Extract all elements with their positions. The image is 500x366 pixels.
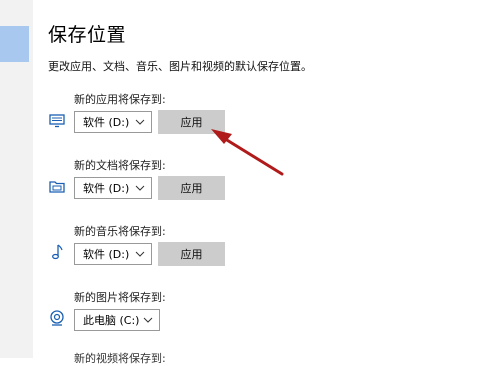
apps-save-section: 新的应用将保存到: 软件 (D:) 应用: [48, 91, 308, 143]
documents-drive-value: 软件 (D:): [83, 182, 130, 195]
apps-apply-button[interactable]: 应用: [158, 110, 225, 134]
chevron-down-icon: [135, 251, 145, 257]
selected-nav-indicator[interactable]: [0, 26, 29, 62]
documents-save-label: 新的文档将保存到:: [74, 159, 166, 172]
pictures-save-section: 新的图片将保存到: 此电脑 (C:): [48, 289, 308, 341]
pictures-drive-dropdown[interactable]: 此电脑 (C:): [74, 309, 160, 331]
page-description: 更改应用、文档、音乐、图片和视频的默认保存位置。: [48, 60, 312, 73]
pictures-drive-value: 此电脑 (C:): [83, 314, 140, 327]
apps-drive-dropdown[interactable]: 软件 (D:): [74, 111, 152, 133]
pictures-save-label: 新的图片将保存到:: [74, 291, 166, 304]
monitor-icon: [49, 114, 65, 128]
documents-drive-dropdown[interactable]: 软件 (D:): [74, 177, 152, 199]
music-apply-button[interactable]: 应用: [158, 242, 225, 266]
music-save-label: 新的音乐将保存到:: [74, 225, 166, 238]
apps-save-label: 新的应用将保存到:: [74, 93, 166, 106]
chevron-down-icon: [143, 317, 153, 323]
videos-save-label: 新的视频将保存到:: [74, 352, 166, 365]
chevron-down-icon: [135, 119, 145, 125]
camera-icon: [50, 310, 64, 326]
music-drive-dropdown[interactable]: 软件 (D:): [74, 243, 152, 265]
chevron-down-icon: [135, 185, 145, 191]
documents-apply-button[interactable]: 应用: [158, 176, 225, 200]
apps-drive-value: 软件 (D:): [83, 116, 130, 129]
music-note-icon: [52, 244, 63, 260]
music-drive-value: 软件 (D:): [83, 248, 130, 261]
folder-icon: [49, 181, 65, 193]
documents-save-section: 新的文档将保存到: 软件 (D:) 应用: [48, 157, 308, 209]
page-title: 保存位置: [48, 24, 127, 46]
music-save-section: 新的音乐将保存到: 软件 (D:) 应用: [48, 223, 308, 275]
